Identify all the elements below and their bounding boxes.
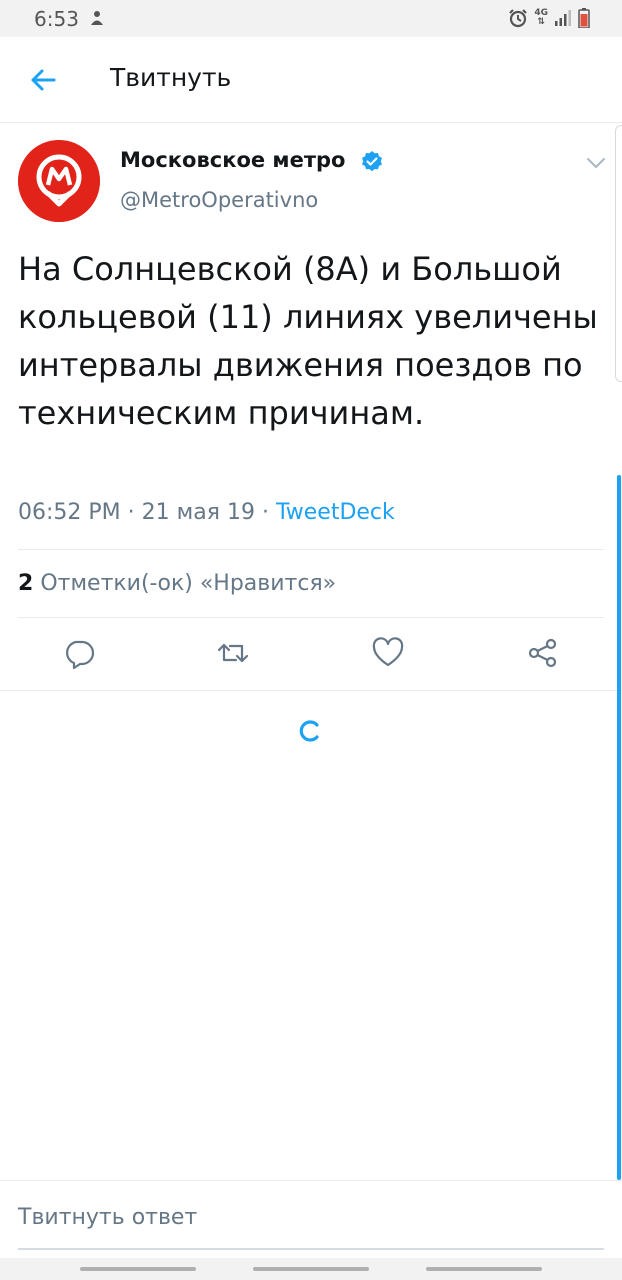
loading-spinner-icon [299,720,319,742]
network-type: 4G ⇅ [534,9,548,27]
divider [0,690,622,691]
divider [0,1180,622,1181]
divider [18,549,604,550]
nav-recents-button[interactable] [80,1267,196,1271]
author-name[interactable]: Московское метро [120,148,345,172]
share-icon[interactable] [526,636,560,670]
author-handle[interactable]: @MetroOperativno [120,188,318,212]
battery-icon [578,8,590,28]
alarm-icon [509,9,528,28]
chevron-down-icon[interactable] [584,152,608,174]
back-arrow-icon[interactable] [26,63,60,97]
verified-icon [362,151,382,172]
nav-home-button[interactable] [253,1267,369,1271]
retweet-icon[interactable] [216,636,250,670]
tweet-meta: 06:52 PM · 21 мая 19 · TweetDeck [18,500,395,525]
page-title: Твитнуть [110,63,232,92]
tweet-time: 06:52 PM [18,500,121,525]
reply-input-underline [18,1248,604,1250]
reply-input[interactable]: Твитнуть ответ [18,1205,197,1230]
tweet-date: 21 мая 19 [141,500,255,525]
status-icons: 4G ⇅ [508,8,590,28]
like-icon[interactable] [371,636,405,670]
scrollbar-track [615,125,622,382]
nav-back-button[interactable] [426,1267,542,1271]
status-time: 6:53 [34,7,79,31]
divider [18,617,604,618]
likes-label: Отметки(-ок) «Нравится» [40,571,337,596]
likes-count: 2 [18,571,34,596]
likes-summary[interactable]: 2 Отметки(-ок) «Нравится» [18,571,336,596]
scrollbar-thumb[interactable] [617,475,621,1180]
tweet-text: На Солнцевской (8А) и Большой кольцевой … [18,250,598,432]
tweet-actions [0,636,622,676]
tweet-source-link[interactable]: TweetDeck [276,500,395,525]
download-notification-icon [91,11,103,25]
signal-icon [555,10,571,26]
data-arrows-icon: ⇅ [537,17,545,27]
system-nav-bar [0,1258,622,1280]
status-bar: 6:53 4G ⇅ [0,0,622,37]
reply-icon[interactable] [62,636,96,670]
meta-separator: · [261,500,276,525]
avatar[interactable] [18,140,100,222]
meta-separator: · [127,500,142,525]
top-app-bar: Твитнуть [0,37,622,123]
